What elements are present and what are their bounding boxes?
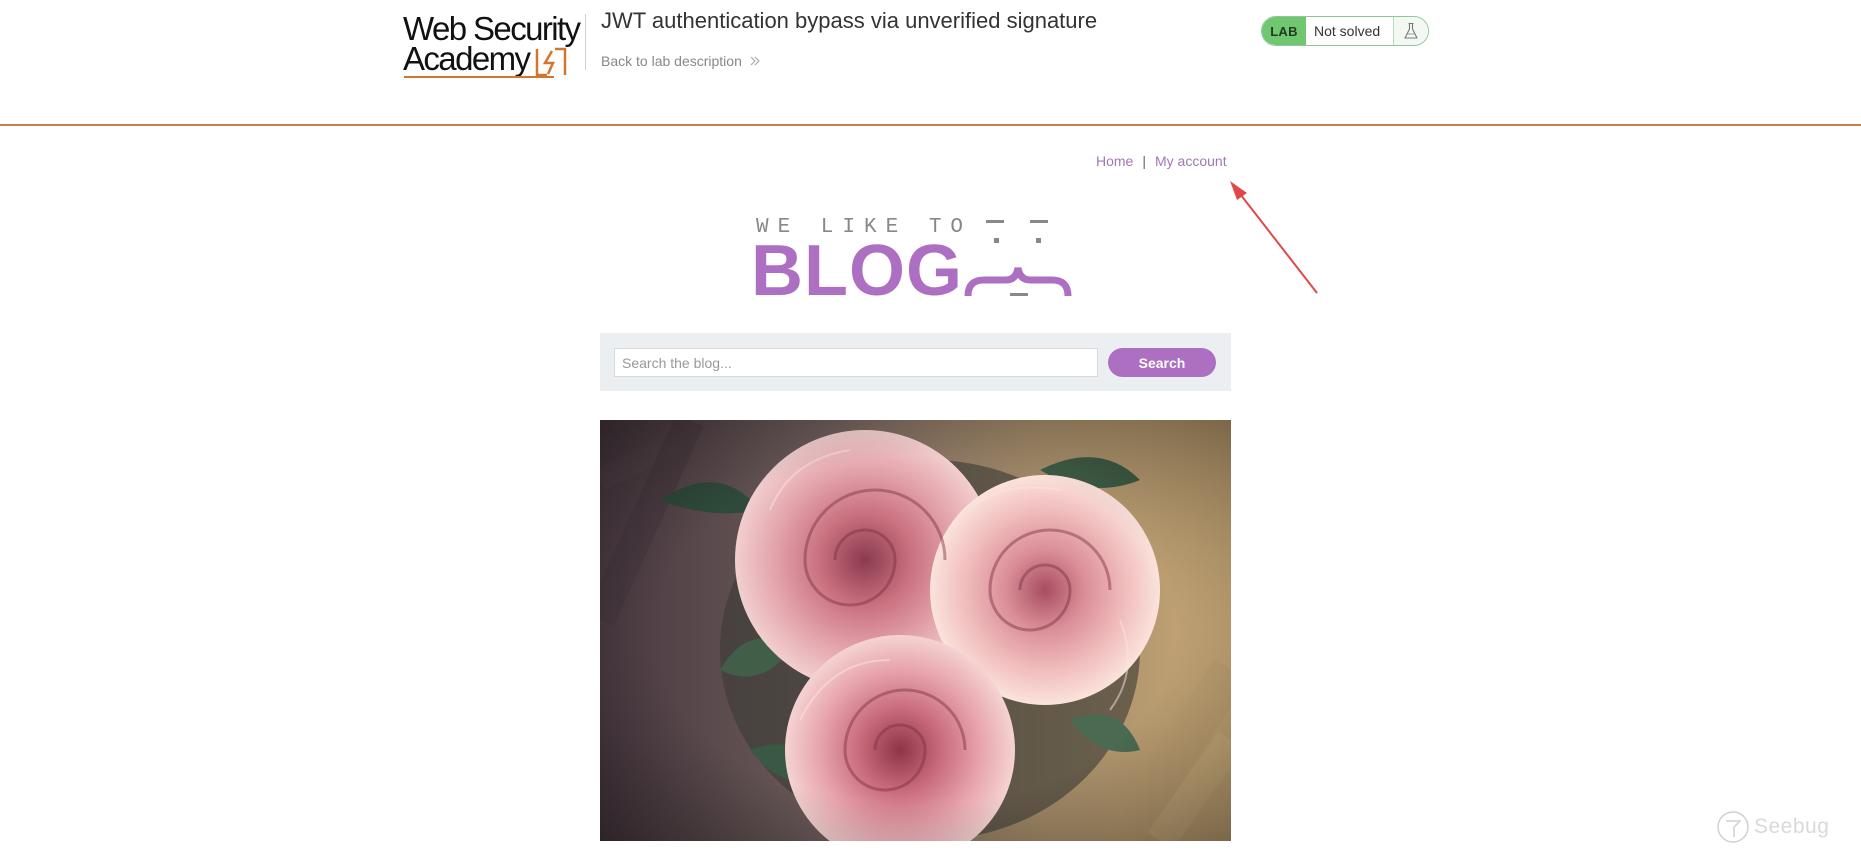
lab-header: Web Security Academy JWT authentication … [0, 0, 1861, 126]
seebug-logo-icon [1717, 811, 1749, 843]
search-input[interactable] [614, 348, 1098, 377]
search-button[interactable]: Search [1108, 348, 1216, 377]
lab-status-widget: LAB Not solved [1261, 16, 1429, 46]
roses-photo [600, 420, 1231, 841]
blog-post-image[interactable] [600, 420, 1231, 841]
flask-icon [1394, 17, 1428, 45]
academy-lightning-icon [535, 47, 567, 77]
nav-home-link[interactable]: Home [1096, 153, 1133, 169]
banner-blog-word: BLOG [751, 231, 963, 311]
back-to-lab-description-link[interactable]: Back to lab description [601, 53, 761, 69]
search-panel: Search [600, 333, 1231, 391]
lab-status-text: Not solved [1306, 17, 1394, 45]
watermark-text: Seebug [1754, 815, 1830, 838]
curly-brace-face-icon [964, 220, 1072, 297]
annotation-arrow [1230, 181, 1318, 294]
seebug-watermark: Seebug [1716, 810, 1829, 844]
lab-title: JWT authentication bypass via unverified… [601, 8, 1098, 33]
nav-separator: | [1142, 153, 1146, 169]
academy-logo[interactable]: Web Security Academy [403, 12, 583, 82]
header-divider [585, 14, 586, 70]
double-chevron-right-icon [750, 56, 760, 66]
logo-line2: Academy [403, 40, 531, 77]
lab-badge: LAB [1262, 17, 1306, 45]
nav-my-account-link[interactable]: My account [1155, 153, 1227, 169]
logo-underline [404, 76, 554, 78]
back-link-label: Back to lab description [601, 53, 742, 69]
blog-nav: Home | My account [1096, 153, 1227, 169]
